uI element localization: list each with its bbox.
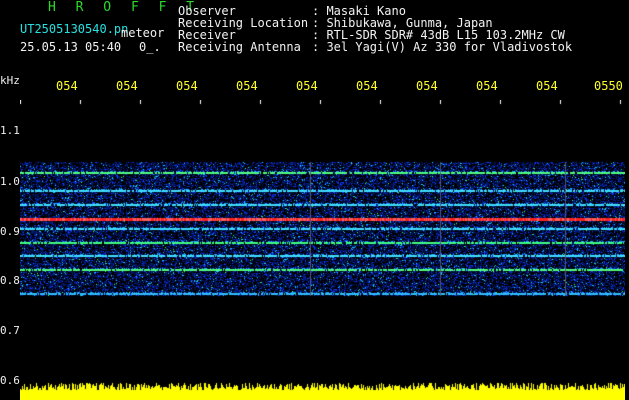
antenna-label: Receiving Antenna: [178, 40, 301, 54]
x-tick: 054: [536, 79, 558, 93]
y-tick-0-7: 0.7: [0, 324, 20, 337]
spectrogram-canvas: [20, 100, 625, 400]
x-tick: 054: [416, 79, 438, 93]
y-tick-0-8: 0.8: [0, 274, 20, 287]
spectrogram-window: H R O F F T UT2505130540.pn meteor 25.05…: [0, 0, 629, 400]
x-tick: 054: [56, 79, 78, 93]
x-tick: 054: [476, 79, 498, 93]
y-axis-label: kHz: [0, 74, 20, 87]
x-tick: 054: [176, 79, 198, 93]
y-tick-0-6: 0.6: [0, 374, 20, 387]
y-tick-1-1: 1.1: [0, 124, 20, 137]
extra-label: 0_.: [139, 40, 161, 54]
antenna-value: : 3el Yagi(V) Az 330 for Vladivostok: [312, 40, 573, 54]
x-tick: 054: [116, 79, 138, 93]
mode-label: meteor: [121, 26, 165, 40]
y-tick-1-0: 1.0: [0, 175, 20, 188]
x-tick: 054: [236, 79, 258, 93]
file-name: UT2505130540.pn: [20, 22, 129, 36]
y-tick-0-9: 0.9: [0, 225, 20, 238]
x-tick: 054: [356, 79, 378, 93]
spectrogram-plot: [20, 100, 625, 400]
x-tick: 054: [296, 79, 318, 93]
datetime-label: 25.05.13 05:40: [20, 40, 122, 54]
x-tick: 0550: [594, 79, 623, 93]
